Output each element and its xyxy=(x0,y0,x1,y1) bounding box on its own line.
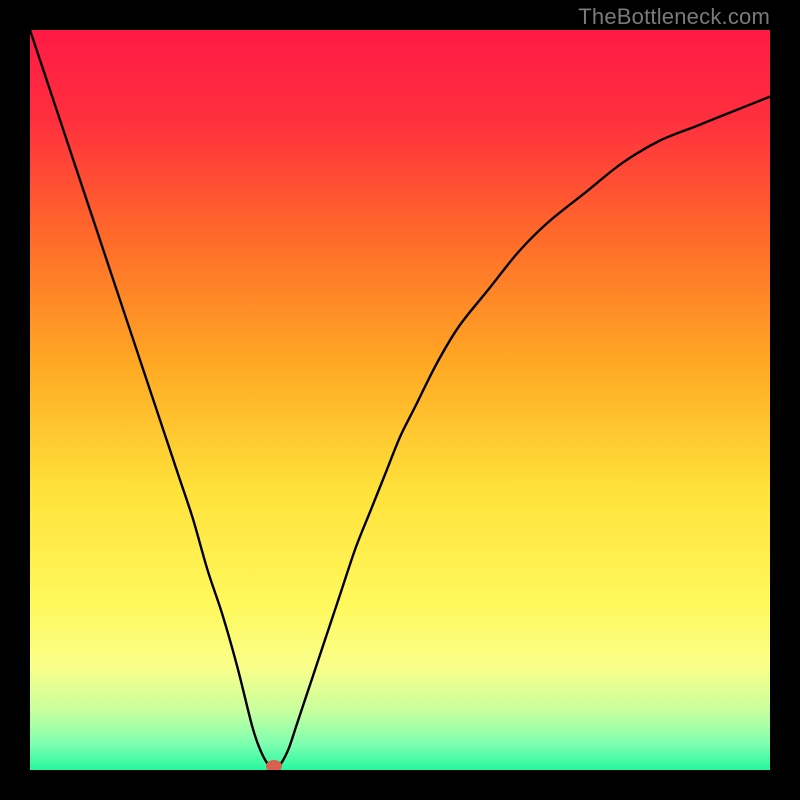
watermark-text: TheBottleneck.com xyxy=(578,4,770,30)
optimal-point-marker xyxy=(266,760,282,770)
plot-area xyxy=(30,30,770,770)
bottleneck-curve xyxy=(30,30,770,770)
chart-frame: TheBottleneck.com xyxy=(0,0,800,800)
